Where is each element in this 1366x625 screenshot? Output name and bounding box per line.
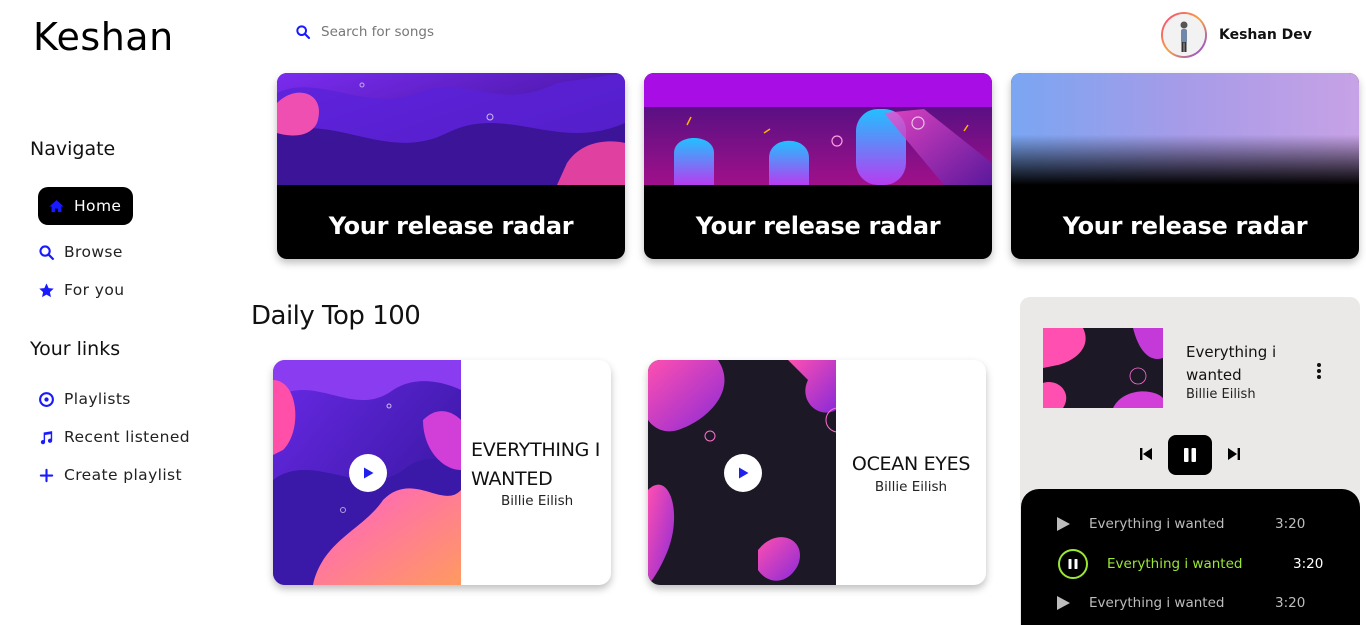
more-options-icon[interactable] — [1312, 361, 1326, 381]
sidebar-item-label: Recent listened — [64, 428, 190, 446]
sidebar-item-recent-listened[interactable]: Recent listened — [38, 418, 190, 456]
star-icon — [39, 282, 54, 297]
search-input[interactable] — [321, 24, 561, 40]
user-profile[interactable]: Keshan Dev — [1161, 12, 1312, 58]
sidebar-item-label: Playlists — [64, 390, 131, 408]
now-playing-title: Everything i wanted — [1186, 343, 1277, 384]
profile-name: Keshan Dev — [1219, 27, 1312, 43]
sidebar-item-create-playlist[interactable]: Create playlist — [38, 456, 182, 494]
queue-item-playing[interactable]: Everything i wanted 3:20 — [1021, 546, 1360, 582]
daily-top-heading: Daily Top 100 — [251, 301, 421, 331]
queue-item-duration: 3:20 — [1275, 516, 1306, 532]
sidebar-item-label: For you — [64, 281, 125, 299]
queue-item[interactable]: Everything i wanted 3:20 — [1021, 585, 1360, 621]
song-artist: Billie Eilish — [501, 493, 574, 509]
search-icon — [39, 244, 55, 260]
sidebar-item-browse[interactable]: Browse — [38, 233, 123, 271]
radar-title: Your release radar — [1062, 212, 1308, 240]
queue-item-duration: 3:20 — [1293, 556, 1324, 572]
radar-artwork — [644, 73, 992, 185]
sidebar-item-home[interactable]: Home — [38, 187, 134, 225]
play-button[interactable] — [724, 454, 762, 492]
play-icon[interactable] — [1055, 516, 1071, 532]
search-icon — [296, 25, 311, 40]
disc-icon — [39, 391, 54, 407]
queue-item-duration: 3:20 — [1275, 595, 1306, 611]
search-bar[interactable] — [295, 24, 561, 40]
avatar[interactable] — [1161, 12, 1207, 58]
radar-title: Your release radar — [328, 212, 574, 240]
song-artist: Billie Eilish — [874, 478, 948, 495]
release-radar-card[interactable]: Your release radar — [644, 73, 992, 259]
play-icon — [364, 467, 374, 479]
now-playing-artist: Billie Eilish — [1186, 387, 1256, 402]
queue-item-title: Everything i wanted — [1107, 556, 1243, 572]
song-title: OCEAN EYES — [851, 453, 971, 476]
previous-track-icon[interactable] — [1139, 446, 1153, 462]
song-card[interactable]: EVERYTHING I WANTED Billie Eilish — [273, 360, 611, 585]
sidebar-item-for-you[interactable]: For you — [38, 271, 124, 309]
play-icon[interactable] — [1055, 595, 1071, 611]
pause-icon — [1184, 448, 1196, 462]
home-icon — [49, 199, 64, 212]
navigate-heading: Navigate — [30, 138, 116, 160]
pause-icon[interactable] — [1058, 549, 1088, 579]
music-note-icon — [40, 430, 53, 444]
queue-item[interactable]: Everything i wanted 3:20 — [1021, 506, 1360, 542]
sidebar-item-label: Home — [74, 197, 122, 215]
song-info: EVERYTHING I WANTED Billie Eilish — [461, 360, 611, 585]
release-radar-card[interactable]: Your release radar — [1011, 73, 1359, 259]
now-playing-artwork — [1043, 328, 1163, 408]
play-button[interactable] — [349, 454, 387, 492]
sidebar-item-label: Browse — [64, 243, 123, 261]
song-title: EVERYTHING I WANTED — [471, 439, 601, 490]
sidebar-item-label: Create playlist — [64, 466, 183, 484]
radar-artwork — [277, 73, 625, 185]
play-icon — [739, 467, 749, 479]
song-card[interactable]: OCEAN EYES Billie Eilish — [648, 360, 986, 585]
queue-item-title: Everything i wanted — [1089, 516, 1225, 532]
next-track-icon[interactable] — [1227, 446, 1241, 462]
radar-title: Your release radar — [695, 212, 941, 240]
plus-icon — [39, 468, 54, 482]
song-info: OCEAN EYES Billie Eilish — [836, 360, 986, 585]
queue-list: Everything i wanted 3:20 Everything i wa… — [1021, 489, 1360, 625]
song-artwork — [648, 360, 851, 585]
queue-item-title: Everything i wanted — [1089, 595, 1225, 611]
app-logo[interactable]: Keshan — [33, 15, 174, 59]
radar-artwork — [1011, 73, 1359, 185]
release-radar-card[interactable]: Your release radar — [277, 73, 625, 259]
pause-button[interactable] — [1168, 435, 1212, 475]
song-artwork — [273, 360, 461, 585]
sidebar-item-playlists[interactable]: Playlists — [38, 380, 131, 418]
your-links-heading: Your links — [30, 338, 121, 360]
